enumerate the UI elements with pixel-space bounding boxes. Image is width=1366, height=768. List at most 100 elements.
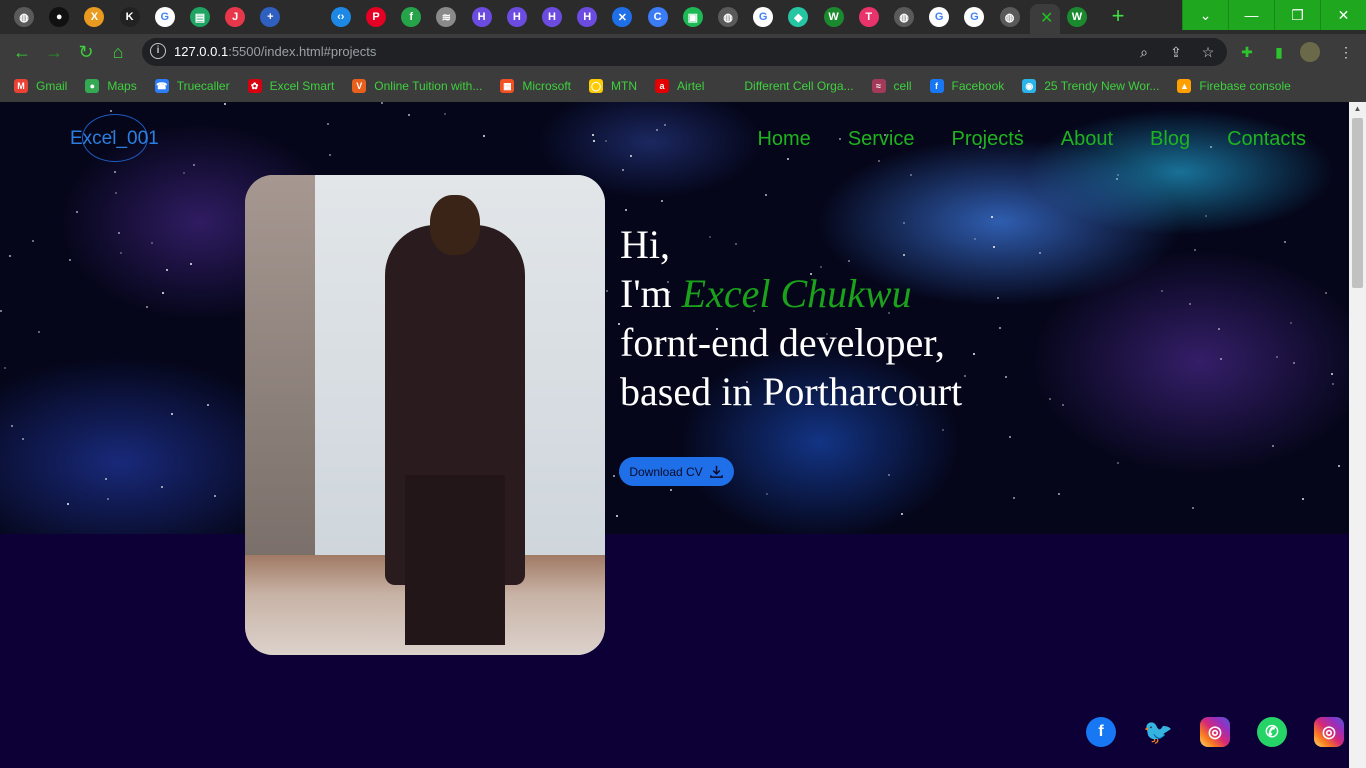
tab-search-icon[interactable]: ⌄	[1182, 0, 1228, 30]
restore-button[interactable]: ❐	[1274, 0, 1320, 30]
bookmark-item[interactable]: Different Cell Orga...	[722, 79, 854, 93]
x-logo-icon[interactable]: X	[84, 7, 105, 27]
download-cv-button[interactable]: Download CV	[619, 457, 734, 486]
star-dot	[656, 129, 658, 131]
pinterest-icon[interactable]: P	[366, 7, 386, 27]
bookmark-label: Airtel	[677, 79, 705, 93]
google-icon[interactable]: G	[929, 7, 950, 27]
microsoft-icon: ▦	[500, 79, 515, 93]
star-dot	[408, 114, 410, 116]
star-dot	[787, 158, 789, 160]
site-info-icon[interactable]: i	[150, 43, 166, 59]
bookmark-item[interactable]: a Airtel	[655, 79, 704, 93]
plus-logo-icon[interactable]: +	[260, 7, 281, 27]
star-dot	[942, 429, 944, 431]
bookmark-label: Facebook	[951, 79, 1005, 93]
forward-arrow-icon[interactable]: →	[42, 40, 66, 64]
blank-tab-icon[interactable]	[295, 7, 316, 27]
h-logo-icon[interactable]: H	[506, 7, 527, 27]
star-dot	[115, 192, 117, 194]
nav-link-projects[interactable]: Projects	[952, 128, 1024, 151]
bookmark-item[interactable]: ▦ Microsoft	[500, 79, 571, 93]
star-dot	[664, 124, 666, 126]
bookmark-item[interactable]: ✿ Excel Smart	[247, 79, 334, 93]
scroll-up-arrow-icon[interactable]: ▲	[1352, 104, 1363, 114]
star-dot	[151, 242, 153, 244]
nav-link-about[interactable]: About	[1061, 128, 1113, 151]
h-logo-icon[interactable]: H	[577, 7, 598, 27]
nav-link-blog[interactable]: Blog	[1150, 128, 1190, 151]
browser-toolbar: ← → ↻ ⌂ i 127.0.0.1:5500/index.html#proj…	[0, 34, 1366, 70]
address-bar[interactable]: i 127.0.0.1:5500/index.html#projects ⌕ ⇪…	[142, 38, 1227, 66]
c-logo-icon[interactable]: C	[647, 7, 668, 27]
github-icon[interactable]: ●	[49, 7, 70, 27]
nav-link-home[interactable]: Home	[757, 128, 810, 151]
url-text[interactable]: 127.0.0.1:5500/index.html#projects	[174, 44, 376, 59]
bookmark-item[interactable]: ≈ cell	[871, 79, 912, 93]
site-logo[interactable]: Excel_001	[70, 128, 159, 150]
w-logo-icon[interactable]: W	[823, 7, 844, 27]
bookmark-item[interactable]: ◉ 25 Trendy New Wor...	[1022, 79, 1159, 93]
h-logo-icon[interactable]: H	[471, 7, 492, 27]
x-app-icon[interactable]: ✕	[612, 7, 633, 27]
google-icon[interactable]: G	[154, 7, 175, 27]
scrollbar-thumb[interactable]	[1352, 118, 1363, 288]
menu-dots-icon[interactable]: ⋮	[1336, 42, 1356, 62]
star-dot	[381, 102, 383, 104]
star-dot	[1276, 356, 1278, 358]
t-logo-icon[interactable]: T	[858, 7, 879, 27]
home-icon[interactable]: ⌂	[106, 40, 130, 64]
bookmark-label: MTN	[611, 79, 638, 93]
globe-icon[interactable]: ◍	[14, 7, 34, 27]
sheet-icon[interactable]: ▤	[190, 7, 210, 27]
green-app-icon[interactable]: ▣	[682, 7, 703, 27]
minimize-button[interactable]: —	[1228, 0, 1274, 30]
bookmark-item[interactable]: ● Maps	[85, 79, 137, 93]
bookmark-item[interactable]: ▲ Firebase console	[1177, 79, 1291, 93]
new-tab-button[interactable]: +	[1106, 4, 1130, 28]
star-dot	[630, 155, 632, 157]
bookmarks-bar: M Gmail ● Maps ☎ Truecaller ✿ Excel Smart V Onlin…	[0, 70, 1366, 102]
globe-icon[interactable]: ◍	[999, 7, 1020, 27]
tab-close-icon[interactable]: ✕	[1040, 8, 1053, 28]
zoom-icon[interactable]: ⌕	[1134, 42, 1154, 62]
globe-icon[interactable]: ◍	[894, 7, 914, 27]
nav-link-contacts[interactable]: Contacts	[1227, 128, 1306, 151]
bookmark-label: Microsoft	[522, 79, 572, 93]
bookmark-item[interactable]: ☎ Truecaller	[154, 79, 230, 93]
star-dot	[605, 140, 607, 142]
bookmark-item[interactable]: V Online Tuition with...	[352, 79, 482, 93]
bookmark-item[interactable]: ◯ MTN	[589, 79, 637, 93]
instagram-icon[interactable]: ◎	[1314, 717, 1344, 747]
share-icon[interactable]: ⇪	[1166, 42, 1186, 62]
bookmark-label: Gmail	[36, 79, 68, 93]
tag-icon[interactable]: ◆	[788, 7, 809, 27]
j-logo-icon[interactable]: J	[225, 7, 246, 27]
k-logo-icon[interactable]: K	[119, 7, 140, 27]
facebook-icon[interactable]: f	[1086, 717, 1116, 747]
h-logo-icon[interactable]: H	[542, 7, 562, 27]
google-icon[interactable]: G	[753, 7, 774, 27]
whatsapp-icon[interactable]: ✆	[1257, 717, 1287, 747]
extensions-puzzle-icon[interactable]: ✚	[1237, 42, 1257, 62]
globe-icon[interactable]: ◍	[718, 7, 738, 27]
nav-link-service[interactable]: Service	[848, 128, 915, 151]
reload-icon[interactable]: ↻	[74, 40, 98, 64]
instagram-icon[interactable]: ◎	[1200, 717, 1230, 747]
w-logo-icon[interactable]: W	[1067, 7, 1087, 27]
bookmark-item[interactable]: M Gmail	[14, 79, 67, 93]
bookmark-star-icon[interactable]: ☆	[1198, 42, 1218, 62]
side-panel-icon[interactable]: ▮	[1269, 42, 1289, 62]
intro-location: based in Portharcourt	[620, 369, 963, 414]
code-icon[interactable]: ‹›	[330, 7, 351, 27]
star-dot	[1331, 373, 1333, 375]
twitter-icon[interactable]: 🐦	[1143, 717, 1173, 747]
profile-avatar[interactable]	[1300, 42, 1320, 62]
v-logo-icon: V	[352, 79, 367, 93]
google-icon[interactable]: G	[964, 7, 985, 27]
bookmark-item[interactable]: f Facebook	[929, 79, 1005, 93]
fn-logo-icon[interactable]: f	[401, 7, 422, 27]
close-window-button[interactable]: ✕	[1320, 0, 1366, 30]
layers-icon[interactable]: ≋	[436, 7, 457, 27]
back-arrow-icon[interactable]: ←	[10, 40, 34, 64]
